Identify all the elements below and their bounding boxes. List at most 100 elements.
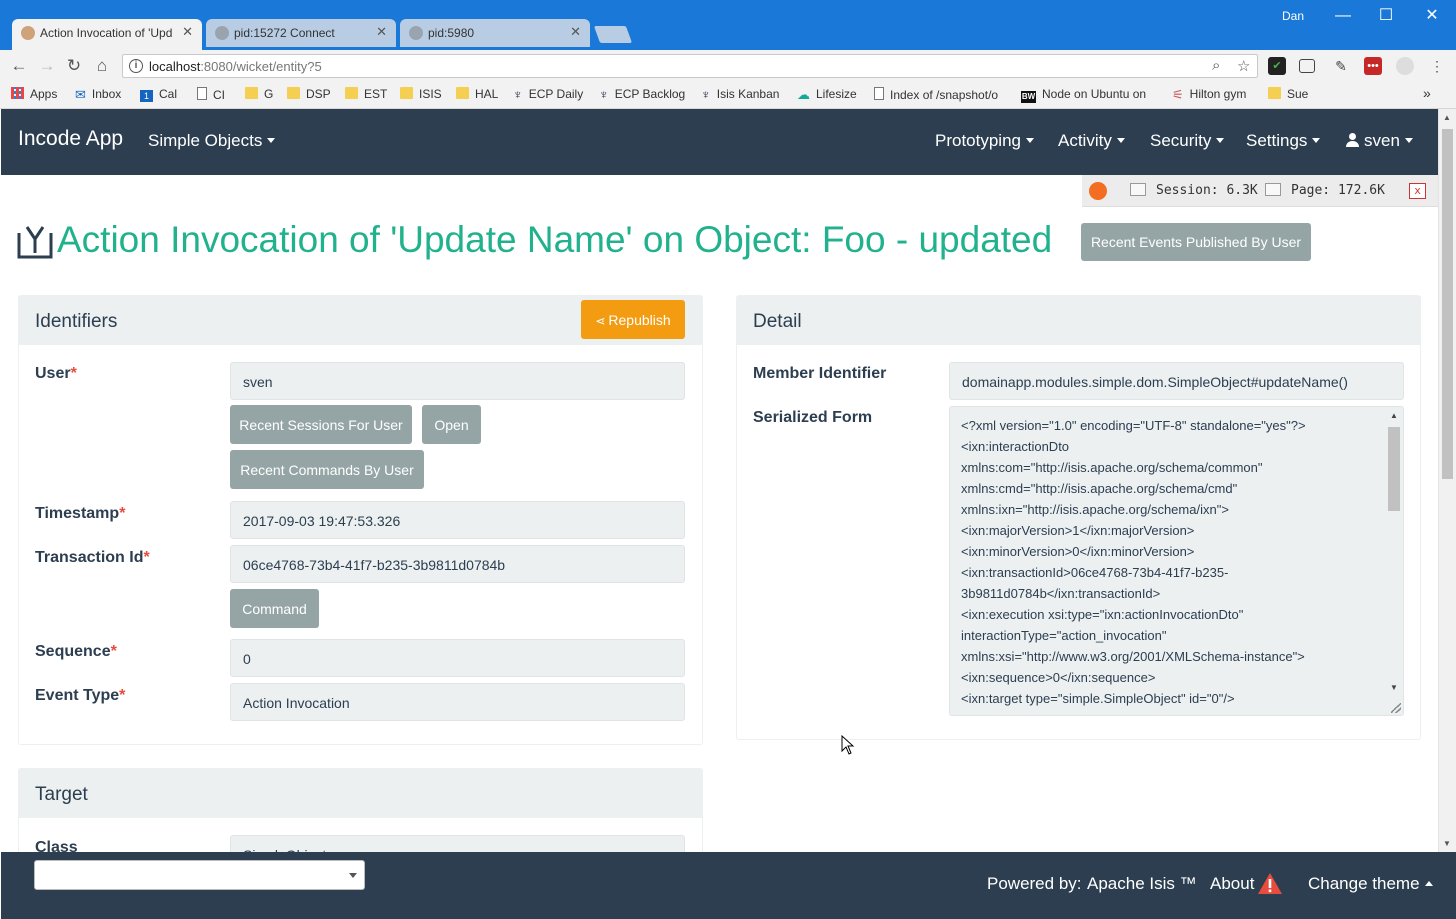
bookmark-ecp-backlog[interactable]: ♆ ECP Backlog: [599, 87, 685, 102]
minimize-icon[interactable]: —: [1323, 4, 1363, 30]
transaction-id-field[interactable]: 06ce4768-73b4-41f7-b235-3b9811d0784b: [230, 545, 685, 583]
menu-prototyping[interactable]: Prototyping: [935, 131, 1034, 151]
command-button[interactable]: Command: [230, 589, 319, 628]
tab-close-icon[interactable]: ✕: [376, 24, 387, 40]
reload-icon[interactable]: ↻: [63, 55, 85, 77]
recent-commands-button[interactable]: Recent Commands By User: [230, 450, 424, 489]
extension-gray-icon[interactable]: [1396, 57, 1414, 75]
about-link[interactable]: About: [1210, 874, 1254, 894]
bookmark-lifesize[interactable]: ☁ Lifesize: [797, 87, 857, 103]
back-icon[interactable]: ←: [8, 55, 30, 77]
star-icon[interactable]: ☆: [1237, 57, 1250, 75]
bookmark-hilton-gym[interactable]: ⚟ Hilton gym: [1172, 87, 1246, 103]
menu-icon[interactable]: ⋮: [1428, 57, 1446, 75]
bookmark-ci[interactable]: CI: [197, 87, 225, 102]
tab-action-invocation[interactable]: Action Invocation of 'Upd ✕: [12, 19, 202, 50]
bookmark-inbox[interactable]: ✉ Inbox: [75, 87, 121, 103]
bookmark-index-snapshot[interactable]: Index of /snapshot/o: [874, 87, 998, 102]
home-icon[interactable]: ⌂: [91, 55, 113, 77]
menu-settings[interactable]: Settings: [1246, 131, 1321, 151]
bookmark-isis-kanban[interactable]: ♆ Isis Kanban: [701, 87, 779, 102]
scroll-down-icon[interactable]: ▼: [1443, 839, 1451, 848]
scroll-up-icon[interactable]: ▲: [1443, 113, 1451, 122]
maximize-icon[interactable]: ☐: [1366, 4, 1406, 30]
bookmark-node-ubuntu[interactable]: BW Node on Ubuntu on: [1021, 87, 1146, 103]
open-button[interactable]: Open: [422, 405, 481, 444]
tab-close-icon[interactable]: ✕: [570, 24, 581, 40]
scrollbar-thumb[interactable]: [1388, 427, 1400, 511]
textarea-scrollbar[interactable]: ▲ ▼: [1387, 411, 1401, 693]
required-mark: *: [119, 687, 126, 704]
label-text: Timestamp: [35, 505, 120, 522]
folder-icon: [400, 87, 413, 99]
resize-grip-icon[interactable]: [1391, 703, 1401, 713]
screenshot-icon[interactable]: [1299, 59, 1315, 73]
theme-select[interactable]: [34, 860, 365, 890]
url-path: :8080/wicket/entity?5: [200, 59, 322, 74]
close-window-icon[interactable]: ✕: [1412, 4, 1452, 30]
xml-line: <ixn:execution xsi:type="ixn:actionInvoc…: [961, 607, 1244, 622]
extension-todo-icon[interactable]: ✔: [1268, 57, 1286, 75]
bookmark-est[interactable]: EST: [345, 87, 387, 101]
bookmark-dsp[interactable]: DSP: [287, 87, 331, 101]
caret-down-icon: [1216, 138, 1225, 143]
bookmark-isis[interactable]: ISIS: [400, 87, 442, 101]
address-bar[interactable]: i localhost:8080/wicket/entity?5 ⌕ ☆: [122, 54, 1258, 78]
bookmarks-overflow-icon[interactable]: »: [1423, 85, 1431, 101]
button-label: Republish: [608, 312, 671, 328]
lastpass-icon[interactable]: •••: [1364, 57, 1382, 75]
serialized-form-textarea[interactable]: <?xml version="1.0" encoding="UTF-8" sta…: [949, 406, 1404, 716]
timestamp-field[interactable]: 2017-09-03 19:47:53.326: [230, 501, 685, 539]
tab-close-icon[interactable]: ✕: [182, 24, 193, 40]
lifesize-icon: ☁: [797, 87, 810, 102]
profile-name[interactable]: Dan: [1282, 9, 1304, 23]
scrollbar-thumb[interactable]: [1442, 129, 1453, 479]
bookmark-sue[interactable]: Sue: [1268, 87, 1308, 101]
user-field[interactable]: sven: [230, 362, 685, 400]
bookmark-ecp-daily[interactable]: ♆ ECP Daily: [513, 87, 583, 102]
menu-activity[interactable]: Activity: [1058, 131, 1125, 151]
powered-by: Powered by:: [987, 874, 1082, 893]
page-size[interactable]: Page: 172.6K: [1265, 183, 1385, 198]
session-size[interactable]: Session: 6.3K: [1130, 183, 1258, 198]
tab-pid-5980[interactable]: pid:5980 ✕: [400, 19, 590, 47]
new-tab-button[interactable]: [593, 26, 633, 43]
recent-events-button[interactable]: Recent Events Published By User: [1081, 223, 1311, 261]
apache-isis-link[interactable]: Apache Isis ™: [1087, 874, 1197, 894]
tab-pid-15272[interactable]: pid:15272 Connect ✕: [206, 19, 396, 47]
recent-sessions-button[interactable]: Recent Sessions For User: [230, 405, 412, 444]
warning-icon[interactable]: [1257, 872, 1283, 895]
panel-header: Detail: [737, 296, 1420, 345]
favicon-icon: [21, 26, 35, 40]
eyedropper-icon[interactable]: ✎: [1332, 57, 1350, 75]
brand[interactable]: Incode App: [18, 127, 123, 151]
debug-close-icon[interactable]: x: [1409, 183, 1426, 199]
event-type-field[interactable]: Action Invocation: [230, 683, 685, 721]
bookmarks-bar: Apps ✉ Inbox 1 Cal CI G DSP EST ISIS HAL ♆…: [0, 82, 1456, 109]
action-invocation-icon: [17, 226, 53, 259]
member-identifier-field[interactable]: domainapp.modules.simple.dom.SimpleObjec…: [949, 362, 1404, 400]
menu-user[interactable]: sven: [1346, 131, 1413, 151]
bookmark-g[interactable]: G: [245, 87, 273, 101]
scroll-up-icon[interactable]: ▲: [1390, 411, 1398, 420]
member-identifier-label: Member Identifier: [753, 365, 887, 382]
bookmark-cal[interactable]: 1 Cal: [140, 87, 177, 102]
menu-security[interactable]: Security: [1150, 131, 1225, 151]
republish-button[interactable]: ⋖ Republish: [581, 300, 685, 339]
bookmark-apps[interactable]: Apps: [11, 87, 57, 101]
label-text: Transaction Id: [35, 549, 144, 566]
required-mark: *: [143, 549, 150, 566]
zoom-icon[interactable]: ⌕: [1212, 57, 1220, 74]
bookmark-label: HAL: [475, 87, 499, 101]
wicket-logo-icon[interactable]: [1089, 182, 1107, 200]
page-scrollbar[interactable]: ▲ ▼: [1438, 109, 1456, 852]
scroll-down-icon[interactable]: ▼: [1390, 683, 1398, 692]
menu-simple-objects[interactable]: Simple Objects: [148, 131, 276, 151]
sequence-field[interactable]: 0: [230, 639, 685, 677]
change-theme-menu[interactable]: Change theme: [1308, 874, 1433, 894]
bookmark-hal[interactable]: HAL: [456, 87, 498, 101]
tab-title: pid:5980: [428, 26, 475, 40]
info-icon[interactable]: i: [129, 59, 143, 73]
stairs-icon: ⚟: [1172, 87, 1184, 102]
forward-icon[interactable]: →: [36, 55, 58, 77]
